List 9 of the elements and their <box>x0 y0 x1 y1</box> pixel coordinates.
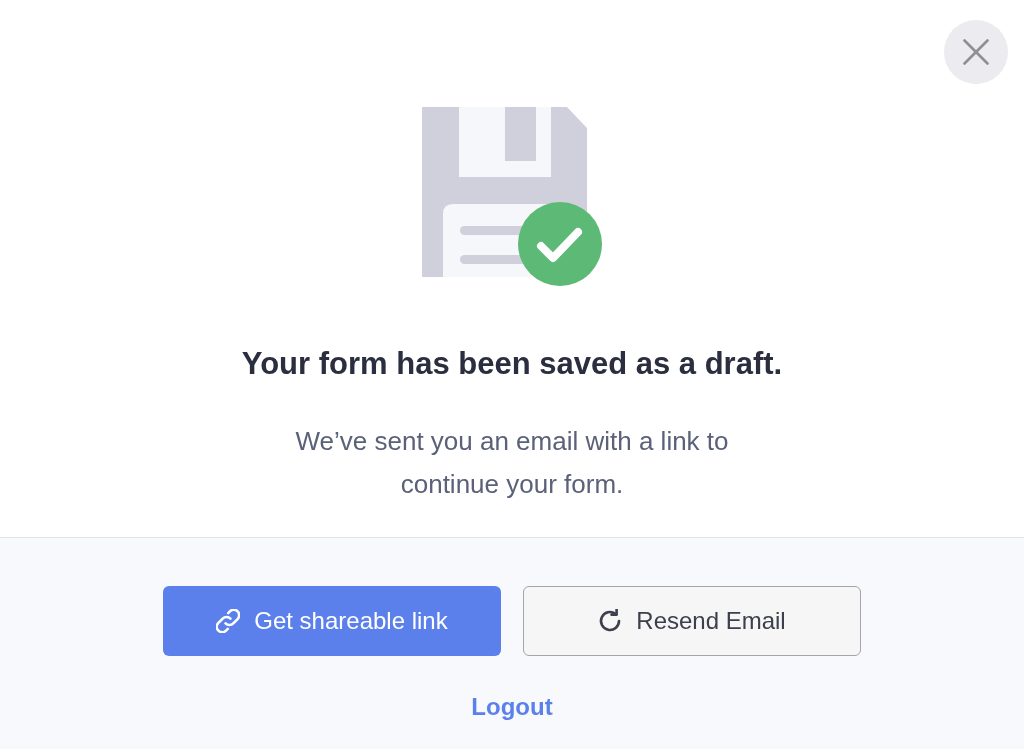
link-icon <box>216 609 241 633</box>
shareable-link-button[interactable]: Get shareable link <box>163 586 501 656</box>
logout-link[interactable]: Logout <box>471 692 553 722</box>
refresh-icon <box>598 609 623 633</box>
close-icon <box>963 39 989 65</box>
resend-email-button[interactable]: Resend Email <box>523 586 861 656</box>
dialog-heading: Your form has been saved as a draft. <box>240 346 784 382</box>
dialog-message: We’ve sent you an email with a link to continue your form. <box>294 425 730 501</box>
floppy-disk-check-icon <box>422 107 602 287</box>
